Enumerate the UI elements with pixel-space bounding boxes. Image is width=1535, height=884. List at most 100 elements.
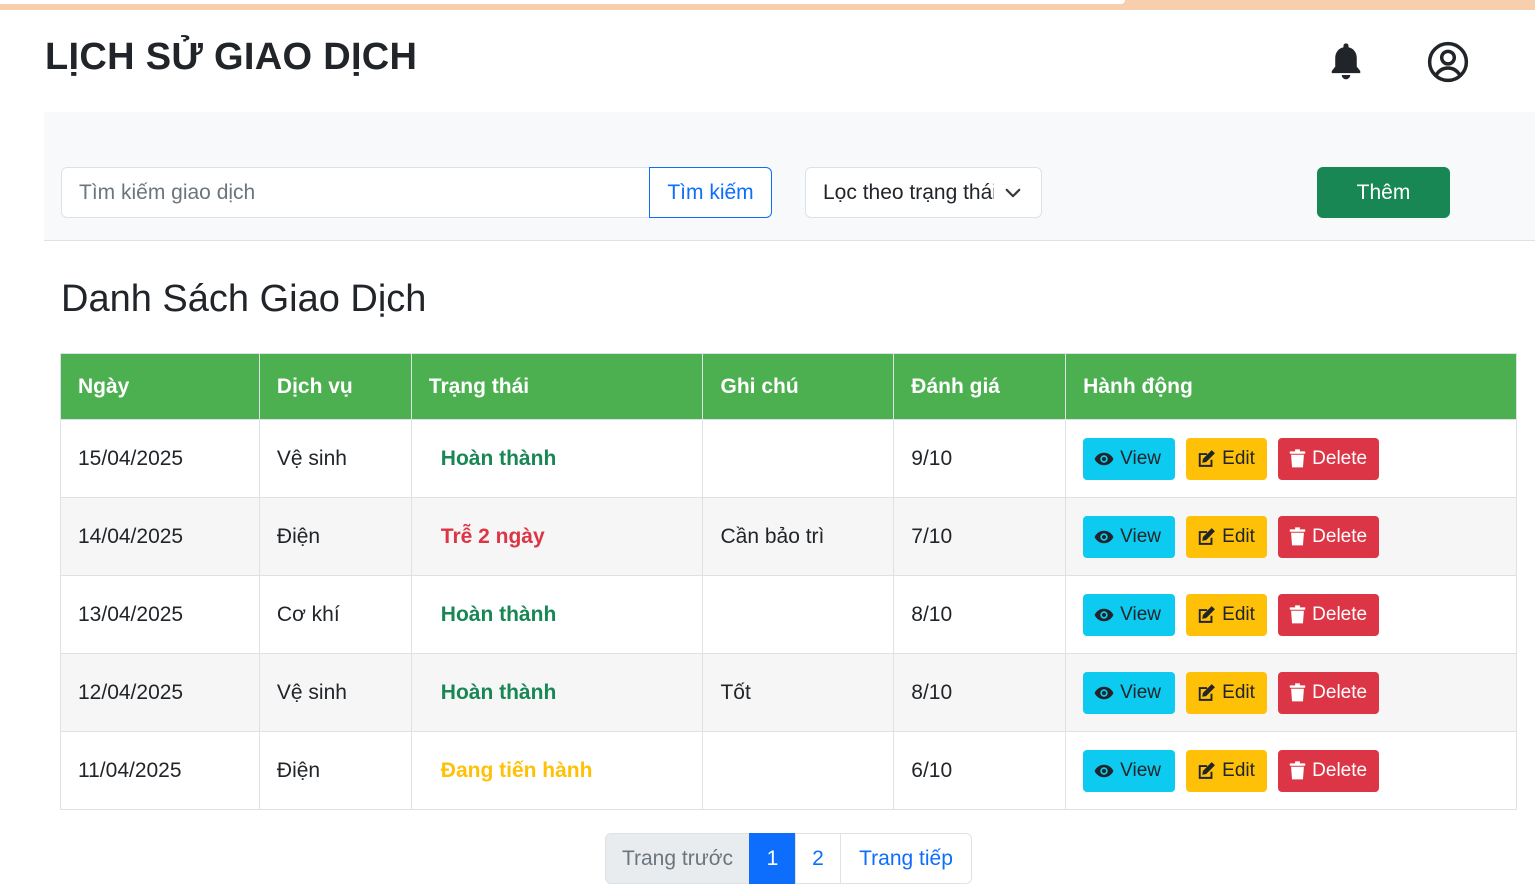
delete-button[interactable]: Delete — [1278, 437, 1380, 480]
status-filter-select[interactable]: Lọc theo trạng thái — [805, 167, 1042, 218]
view-label: View — [1120, 525, 1161, 547]
transactions-table: Ngày Dịch vụ Trạng thái Ghi chú Đánh giá… — [60, 353, 1517, 810]
cell-rating: 7/10 — [893, 497, 1067, 576]
edit-button[interactable]: Edit — [1186, 593, 1268, 636]
table-row: 15/04/2025 Vệ sinh Hoàn thành 9/10 View Edit D… — [60, 419, 1517, 498]
view-button[interactable]: View — [1083, 515, 1176, 558]
eye-icon — [1094, 530, 1114, 543]
view-button[interactable]: View — [1083, 437, 1176, 480]
edit-label: Edit — [1222, 759, 1255, 781]
cell-status: Hoàn thành — [410, 419, 704, 498]
edit-icon — [1198, 606, 1216, 623]
pagination-next[interactable]: Trang tiếp — [840, 833, 972, 884]
cell-date: 13/04/2025 — [60, 575, 260, 654]
view-button[interactable]: View — [1083, 671, 1176, 714]
user-circle-icon — [1427, 41, 1469, 83]
eye-icon — [1094, 452, 1114, 465]
eye-icon — [1094, 764, 1114, 777]
cell-date: 15/04/2025 — [60, 419, 260, 498]
cell-actions: View Edit Delete — [1065, 419, 1517, 498]
browser-top-strip — [0, 0, 1535, 10]
status-label: Hoàn thành — [440, 602, 557, 626]
edit-icon — [1198, 450, 1216, 467]
add-button[interactable]: Thêm — [1317, 167, 1450, 218]
delete-label: Delete — [1312, 447, 1368, 469]
cell-service: Vệ sinh — [258, 653, 412, 732]
edit-icon — [1198, 528, 1216, 545]
status-label: Hoàn thành — [440, 446, 557, 470]
edit-button[interactable]: Edit — [1186, 437, 1268, 480]
notification-button[interactable] — [1322, 38, 1370, 86]
status-label: Đang tiến hành — [440, 758, 593, 782]
page-title: LỊCH SỬ GIAO DỊCH — [45, 36, 418, 78]
pagination: Trang trước 1 2 Trang tiếp — [605, 833, 972, 884]
column-header-note: Ghi chú — [702, 353, 895, 420]
cell-actions: View Edit Delete — [1065, 575, 1517, 654]
cell-note — [702, 575, 895, 654]
cell-status: Hoàn thành — [410, 653, 704, 732]
edit-button[interactable]: Edit — [1186, 671, 1268, 714]
chevron-down-icon — [1005, 188, 1021, 198]
cell-note: Tốt — [702, 653, 895, 732]
toolbar: Tìm kiếm Lọc theo trạng thái Thêm — [44, 112, 1535, 241]
filter-label: Lọc theo trạng thái — [823, 180, 994, 204]
browser-tab-edge — [0, 0, 1125, 4]
cell-date: 11/04/2025 — [60, 731, 260, 810]
row-actions: View Edit Delete — [1083, 515, 1499, 558]
edit-button[interactable]: Edit — [1186, 749, 1268, 792]
table-row: 11/04/2025 Điện Đang tiến hành 6/10 View Edit… — [60, 731, 1517, 810]
table-row: 14/04/2025 Điện Trễ 2 ngày Cần bảo trì 7/10 V… — [60, 497, 1517, 576]
cell-note — [702, 731, 895, 810]
row-actions: View Edit Delete — [1083, 749, 1499, 792]
table-header-row: Ngày Dịch vụ Trạng thái Ghi chú Đánh giá… — [60, 353, 1517, 420]
edit-button[interactable]: Edit — [1186, 515, 1268, 558]
delete-label: Delete — [1312, 603, 1368, 625]
search-input[interactable] — [61, 167, 649, 218]
cell-note — [702, 419, 895, 498]
search-button[interactable]: Tìm kiếm — [649, 167, 772, 218]
cell-status: Hoàn thành — [410, 575, 704, 654]
view-label: View — [1120, 681, 1161, 703]
cell-actions: View Edit Delete — [1065, 731, 1517, 810]
edit-label: Edit — [1222, 447, 1255, 469]
cell-status: Trễ 2 ngày — [410, 497, 704, 576]
edit-icon — [1198, 762, 1216, 779]
delete-label: Delete — [1312, 525, 1368, 547]
cell-actions: View Edit Delete — [1065, 653, 1517, 732]
cell-service: Cơ khí — [258, 575, 412, 654]
view-button[interactable]: View — [1083, 749, 1176, 792]
cell-service: Điện — [258, 497, 412, 576]
trash-icon — [1289, 683, 1306, 702]
cell-date: 14/04/2025 — [60, 497, 260, 576]
cell-rating: 8/10 — [893, 575, 1067, 654]
cell-service: Vệ sinh — [258, 419, 412, 498]
delete-button[interactable]: Delete — [1278, 593, 1380, 636]
trash-icon — [1289, 449, 1306, 468]
delete-label: Delete — [1312, 759, 1368, 781]
pagination-page-1[interactable]: 1 — [749, 833, 796, 884]
delete-button[interactable]: Delete — [1278, 749, 1380, 792]
edit-label: Edit — [1222, 603, 1255, 625]
user-profile-button[interactable] — [1424, 38, 1472, 86]
delete-button[interactable]: Delete — [1278, 671, 1380, 714]
pagination-prev[interactable]: Trang trước — [605, 833, 750, 884]
column-header-status: Trạng thái — [410, 353, 704, 420]
column-header-actions: Hành động — [1065, 353, 1517, 420]
view-label: View — [1120, 603, 1161, 625]
cell-service: Điện — [258, 731, 412, 810]
trash-icon — [1289, 605, 1306, 624]
column-header-service: Dịch vụ — [258, 353, 412, 420]
view-button[interactable]: View — [1083, 593, 1176, 636]
trash-icon — [1289, 761, 1306, 780]
pagination-page-2[interactable]: 2 — [795, 833, 841, 884]
table-row: 13/04/2025 Cơ khí Hoàn thành 8/10 View Edit De… — [60, 575, 1517, 654]
row-actions: View Edit Delete — [1083, 593, 1499, 636]
cell-rating: 9/10 — [893, 419, 1067, 498]
delete-button[interactable]: Delete — [1278, 515, 1380, 558]
trash-icon — [1289, 527, 1306, 546]
eye-icon — [1094, 686, 1114, 699]
row-actions: View Edit Delete — [1083, 437, 1499, 480]
edit-label: Edit — [1222, 681, 1255, 703]
cell-date: 12/04/2025 — [60, 653, 260, 732]
section-title: Danh Sách Giao Dịch — [61, 278, 427, 320]
